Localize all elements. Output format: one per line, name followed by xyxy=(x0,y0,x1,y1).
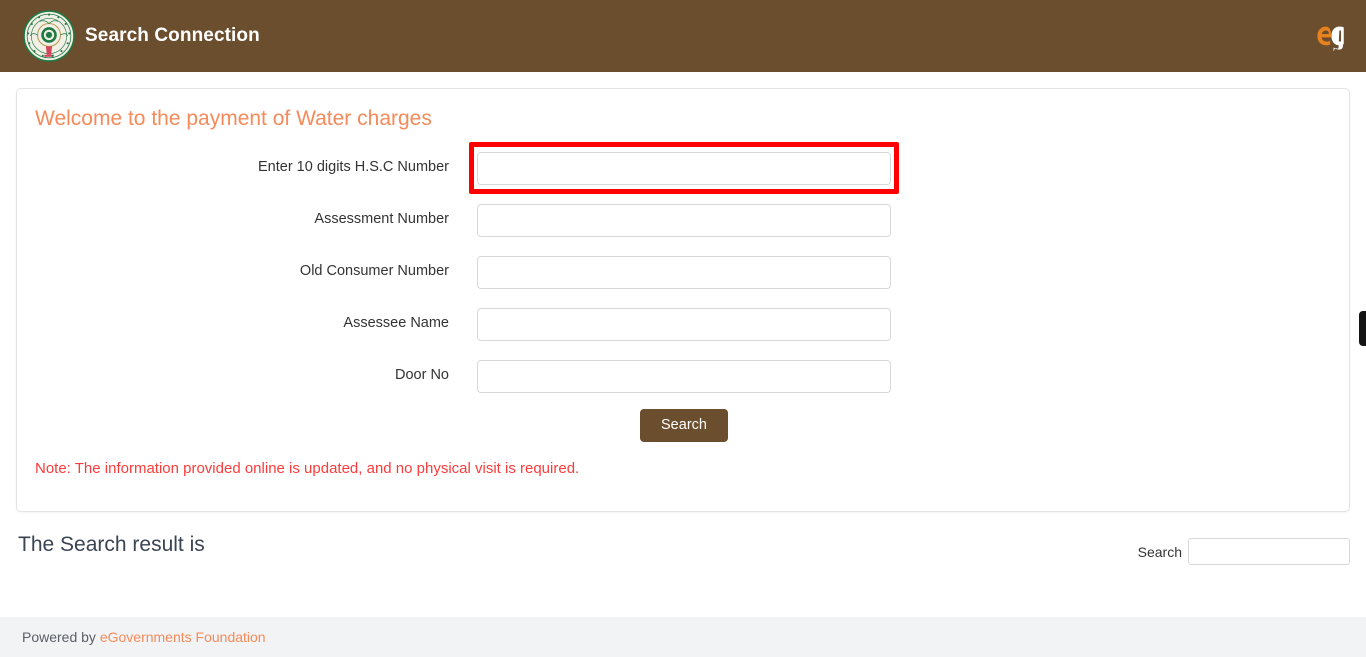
side-panel-handle[interactable] xyxy=(1359,311,1366,346)
form-row-assessee-name: Assessee Name xyxy=(17,305,1349,357)
label-door-no: Door No xyxy=(395,367,449,383)
app-header: Search Connection xyxy=(0,0,1366,72)
egov-logo-icon[interactable] xyxy=(1314,21,1348,51)
old-consumer-number-input[interactable] xyxy=(477,256,891,289)
app-title: Search Connection xyxy=(85,25,260,46)
footer-prefix: Powered by xyxy=(22,629,100,645)
egovernments-foundation-link[interactable]: eGovernments Foundation xyxy=(100,629,266,645)
results-filter-input[interactable] xyxy=(1188,538,1350,565)
results-filter-label: Search xyxy=(1137,543,1182,560)
footer-credit: Powered by eGovernments Foundation xyxy=(22,629,266,645)
form-row-hsc-number: Enter 10 digits H.S.C Number xyxy=(17,142,1349,201)
label-hsc-number: Enter 10 digits H.S.C Number xyxy=(258,159,449,175)
form-row-old-consumer-number: Old Consumer Number xyxy=(17,253,1349,305)
submit-row: Search xyxy=(477,409,891,442)
assessee-name-input[interactable] xyxy=(477,308,891,341)
search-button[interactable]: Search xyxy=(640,409,728,442)
assessment-number-input[interactable] xyxy=(477,204,891,237)
government-emblem-icon xyxy=(23,10,75,62)
form-note: Note: The information provided online is… xyxy=(35,460,580,477)
form-row-door-no: Door No xyxy=(17,357,1349,409)
page-root: Search Connection Welcome to the payment… xyxy=(0,0,1366,657)
search-form: Enter 10 digits H.S.C Number Assessment … xyxy=(17,142,1349,409)
door-no-input[interactable] xyxy=(477,360,891,393)
label-assessment-number: Assessment Number xyxy=(314,211,449,227)
card-heading: Welcome to the payment of Water charges xyxy=(35,107,432,130)
form-row-assessment-number: Assessment Number xyxy=(17,201,1349,253)
search-connection-card: Welcome to the payment of Water charges … xyxy=(16,88,1350,512)
app-footer: Powered by eGovernments Foundation xyxy=(0,617,1366,657)
label-assessee-name: Assessee Name xyxy=(343,315,449,331)
label-old-consumer-number: Old Consumer Number xyxy=(299,263,449,279)
results-table-filter: Search xyxy=(1138,538,1350,565)
hsc-number-input[interactable] xyxy=(477,152,891,185)
search-result-heading: The Search result is xyxy=(18,533,205,556)
